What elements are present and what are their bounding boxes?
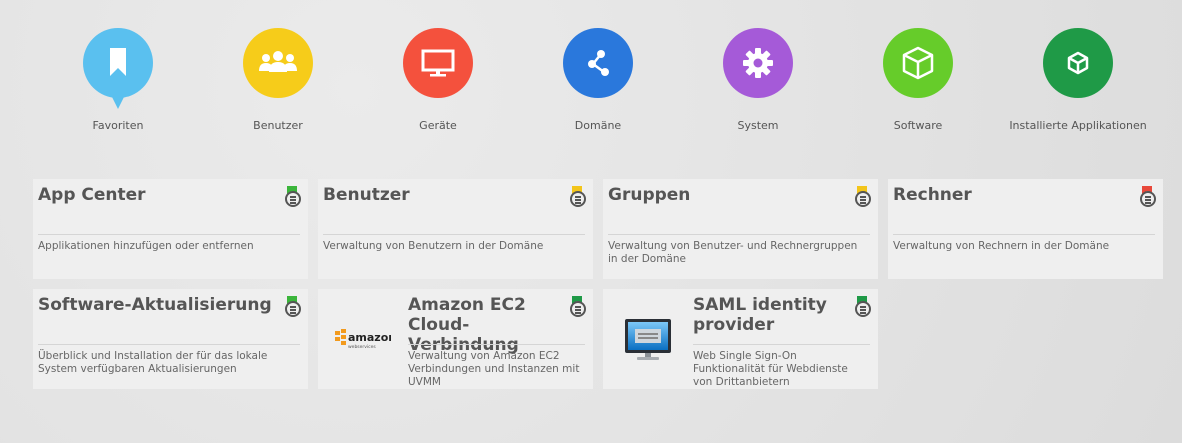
tile-title: Benutzer	[323, 185, 410, 205]
tile-description: Verwaltung von Amazon EC2 Verbindungen u…	[408, 350, 580, 388]
tile-gruppen[interactable]: Gruppen Verwaltung von Benutzer- und Rec…	[603, 179, 878, 279]
tile-description: Applikationen hinzufügen oder entfernen	[38, 240, 254, 252]
category-label: Favoriten	[92, 119, 144, 132]
tile-separator	[38, 234, 300, 235]
category-installierte-applikationen[interactable]: Installierte Applikationen	[998, 28, 1158, 132]
tile-saml-identity-provider[interactable]: SAML identity provider Web Single Sign-O…	[603, 289, 878, 389]
users-icon	[259, 51, 297, 72]
installierte-applikationen-circle	[1043, 28, 1113, 98]
software-circle	[883, 28, 953, 98]
tile-description: Verwaltung von Rechnern in der Domäne	[893, 240, 1110, 252]
category-system[interactable]: System	[678, 28, 838, 132]
tile-amazon-ec2[interactable]: amazon webservices Amazon EC2 Cloud-Verb…	[318, 289, 593, 389]
tile-separator	[893, 234, 1155, 235]
tile-description: Verwaltung von Benutzer- und Rechnergrup…	[608, 240, 858, 265]
bookmark-icon	[110, 48, 126, 76]
favoriten-circle	[83, 28, 153, 109]
category-label: Installierte Applikationen	[1009, 119, 1147, 132]
category-label: Domäne	[574, 119, 622, 132]
tile-separator	[608, 234, 870, 235]
tile-app-center[interactable]: App Center Applikationen hinzufügen oder…	[33, 179, 308, 279]
system-circle	[723, 28, 793, 98]
monitor-icon	[421, 49, 455, 77]
category-software[interactable]: Software	[838, 28, 998, 132]
favoriten-pointer	[112, 97, 124, 109]
domaene-circle	[563, 28, 633, 98]
category-label: Benutzer	[253, 119, 303, 132]
category-domaene[interactable]: Domäne	[518, 28, 678, 132]
tile-title: App Center	[38, 185, 146, 205]
category-label: Software	[893, 119, 943, 132]
box-icon	[902, 46, 934, 80]
tile-separator	[408, 344, 585, 345]
saml-monitor-logo	[603, 289, 693, 389]
tile-separator	[323, 234, 585, 235]
category-benutzer[interactable]: Benutzer	[198, 28, 358, 132]
tile-description: Überblick und Installation der für das l…	[38, 350, 268, 375]
svg-text:amazon: amazon	[348, 331, 391, 344]
tile-title: SAML identity provider	[693, 295, 827, 335]
svg-text:webservices: webservices	[348, 344, 376, 350]
tile-separator	[38, 344, 300, 345]
tile-separator	[693, 344, 870, 345]
category-label: System	[737, 119, 779, 132]
amazon-logo: amazon webservices	[318, 289, 408, 389]
tile-title: Software-Aktualisierung	[38, 295, 272, 315]
category-geraete[interactable]: Geräte	[358, 28, 518, 132]
share-icon	[588, 50, 609, 76]
cube-icon	[1067, 51, 1089, 75]
tile-software-aktualisierung[interactable]: Software-Aktualisierung Überblick und In…	[33, 289, 308, 389]
tile-title: Rechner	[893, 185, 972, 205]
benutzer-circle	[243, 28, 313, 98]
tile-description: Web Single Sign-On Funktionalität für We…	[693, 350, 848, 388]
tile-rechner[interactable]: Rechner Verwaltung von Rechnern in der D…	[888, 179, 1163, 279]
tile-description: Verwaltung von Benutzern in der Domäne	[323, 240, 544, 252]
category-favoriten[interactable]: Favoriten	[38, 28, 198, 132]
tile-title: Gruppen	[608, 185, 691, 205]
gear-icon	[743, 48, 773, 78]
category-label: Geräte	[419, 119, 457, 132]
geraete-circle	[403, 28, 473, 98]
tile-benutzer[interactable]: Benutzer Verwaltung von Benutzern in der…	[318, 179, 593, 279]
